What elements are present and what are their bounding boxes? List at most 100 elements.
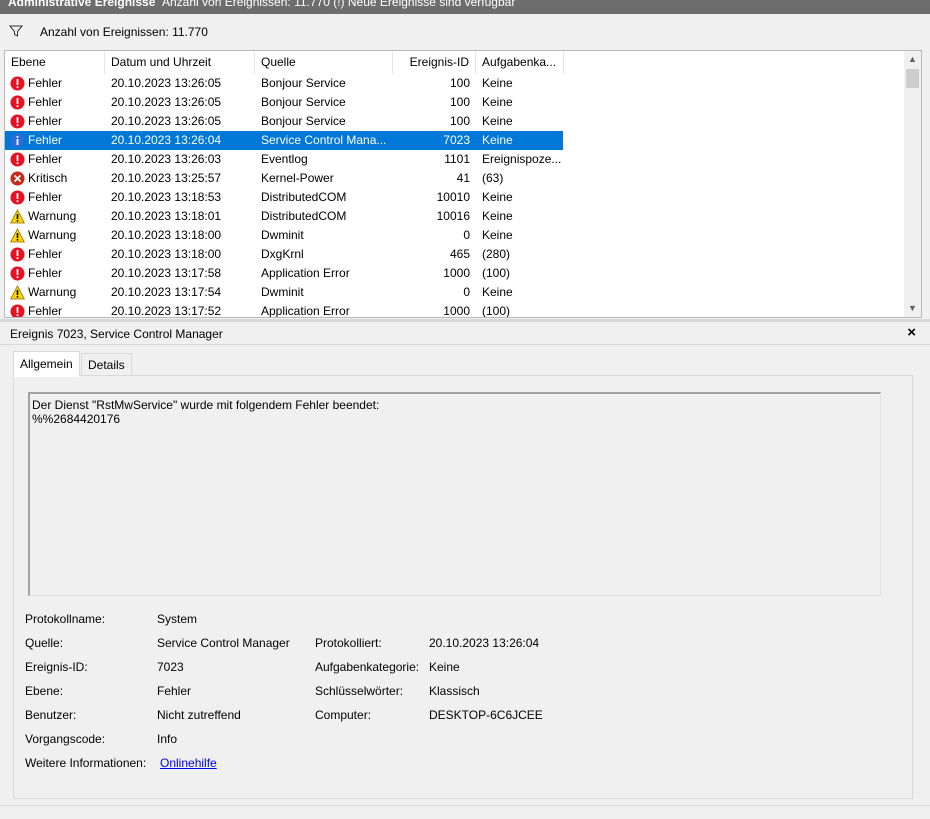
column-header-event-id[interactable]: Ereignis-ID	[393, 51, 476, 74]
cell-date: 20.10.2023 13:26:05	[111, 95, 222, 109]
filter-bar: Anzahl von Ereignissen: 11.770	[0, 18, 930, 46]
column-header-source[interactable]: Quelle	[255, 51, 393, 74]
table-row[interactable]: Fehler 20.10.2023 13:26:05 Bonjour Service…	[5, 93, 905, 112]
cell-task-category: Keine	[482, 95, 513, 109]
cell-source: Bonjour Service	[261, 76, 346, 90]
error-icon	[10, 114, 25, 129]
column-header-level[interactable]: Ebene	[5, 51, 105, 74]
cell-event-id: 1000	[443, 304, 470, 318]
table-row[interactable]: Warnung 20.10.2023 13:18:00 Dwminit 0 Keine	[5, 226, 905, 245]
table-row[interactable]: Fehler 20.10.2023 13:26:03 Eventlog 1101 Ere…	[5, 150, 905, 169]
cell-source: Bonjour Service	[261, 114, 346, 128]
cell-date: 20.10.2023 13:18:00	[111, 228, 222, 242]
table-row[interactable]: Warnung 20.10.2023 13:18:01 DistributedCOM…	[5, 207, 905, 226]
label-benutzer: Benutzer:	[25, 708, 77, 722]
event-list[interactable]: Ebene Datum und Uhrzeit Quelle Ereignis-…	[4, 50, 922, 318]
tab-details[interactable]: Details	[81, 353, 132, 376]
list-header: Ebene Datum und Uhrzeit Quelle Ereignis-…	[5, 51, 905, 74]
value-benutzer: Nicht zutreffend	[157, 708, 241, 722]
cell-event-id: 465	[449, 247, 470, 261]
cell-level: Fehler	[28, 266, 63, 280]
table-row[interactable]: Fehler 20.10.2023 13:26:05 Bonjour Service…	[5, 112, 905, 131]
cell-source: Bonjour Service	[261, 95, 346, 109]
cell-date: 20.10.2023 13:26:05	[111, 114, 222, 128]
cell-source: Kernel-Power	[261, 171, 334, 185]
cell-event-id: 100	[449, 95, 470, 109]
cell-level: Fehler	[28, 152, 63, 166]
error-icon	[10, 266, 25, 281]
warning-icon	[10, 285, 25, 300]
table-row[interactable]: Fehler 20.10.2023 13:18:00 DxgKrnl 465 (280)	[5, 245, 905, 264]
cell-event-id: 7023	[443, 133, 470, 147]
cell-level: Fehler	[28, 114, 63, 128]
cell-event-id: 41	[456, 171, 470, 185]
table-row[interactable]: Fehler 20.10.2023 13:17:58 Application Err…	[5, 264, 905, 283]
label-protokolliert: Protokolliert:	[315, 636, 382, 650]
scroll-up-icon[interactable]: ▲	[904, 51, 921, 68]
cell-task-category: Keine	[482, 133, 513, 147]
value-computer: DESKTOP-6C6JCEE	[429, 708, 543, 722]
column-header-date[interactable]: Datum und Uhrzeit	[105, 51, 255, 74]
cell-source: Application Error	[261, 266, 350, 280]
table-row[interactable]: Fehler 20.10.2023 13:17:52 Application Err…	[5, 302, 905, 318]
value-ereignis-id: 7023	[157, 660, 184, 674]
view-title: Administrative Ereignisse	[8, 0, 156, 9]
table-row[interactable]: Warnung 20.10.2023 13:17:54 Dwminit 0 Keine	[5, 283, 905, 302]
detail-title: Ereignis 7023, Service Control Manager	[10, 327, 223, 341]
cell-level: Fehler	[28, 304, 63, 318]
cell-task-category: Keine	[482, 228, 513, 242]
value-quelle: Service Control Manager	[157, 636, 290, 650]
label-schluesselwoerter: Schlüsselwörter:	[315, 684, 404, 698]
cell-event-id: 100	[449, 114, 470, 128]
table-row[interactable]: Kritisch 20.10.2023 13:25:57 Kernel-Power 4…	[5, 169, 905, 188]
cell-date: 20.10.2023 13:26:03	[111, 152, 222, 166]
cell-source: Service Control Mana...	[261, 133, 387, 147]
cell-level: Fehler	[28, 76, 63, 90]
cell-date: 20.10.2023 13:26:05	[111, 76, 222, 90]
cell-level: Fehler	[28, 247, 63, 261]
tab-allgemein[interactable]: Allgemein	[13, 351, 80, 377]
cell-date: 20.10.2023 13:18:53	[111, 190, 222, 204]
cell-task-category: Keine	[482, 209, 513, 223]
cell-level: Fehler	[28, 133, 63, 147]
event-description-line1: Der Dienst "RstMwService" wurde mit folg…	[32, 398, 380, 412]
cell-source: DistributedCOM	[261, 209, 347, 223]
bottom-strip	[0, 805, 930, 819]
event-description-line2: %%2684420176	[32, 412, 121, 426]
online-help-link[interactable]: Onlinehilfe	[160, 756, 217, 770]
list-scrollbar[interactable]: ▲ ▼	[904, 51, 921, 317]
column-header-task-category[interactable]: Aufgabenka...	[476, 51, 564, 74]
cell-level: Warnung	[28, 285, 77, 299]
cell-source: Application Error	[261, 304, 350, 318]
table-row[interactable]: Fehler 20.10.2023 13:18:53 DistributedCOM 1…	[5, 188, 905, 207]
cell-level: Warnung	[28, 228, 77, 242]
cell-task-category: (280)	[482, 247, 511, 261]
cell-level: Fehler	[28, 95, 63, 109]
cell-task-category: (100)	[482, 304, 511, 318]
cell-source: DxgKrnl	[261, 247, 304, 261]
cell-event-id: 0	[463, 285, 470, 299]
window-titlebar: Administrative Ereignisse Anzahl von Ere…	[0, 0, 930, 14]
label-aufgabenkategorie: Aufgabenkategorie:	[315, 660, 420, 674]
error-icon	[10, 247, 25, 262]
table-row[interactable]: Fehler 20.10.2023 13:26:04 Service Control…	[5, 131, 905, 150]
table-row[interactable]: Fehler 20.10.2023 13:26:05 Bonjour Service…	[5, 74, 905, 93]
cell-event-id: 1101	[444, 152, 470, 166]
scroll-thumb[interactable]	[906, 69, 919, 88]
value-aufgabenkategorie: Keine	[429, 660, 460, 674]
value-protokolliert: 20.10.2023 13:26:04	[429, 636, 540, 650]
scroll-down-icon[interactable]: ▼	[904, 300, 921, 317]
close-icon[interactable]: ×	[907, 324, 916, 341]
event-description-box[interactable]: Der Dienst "RstMwService" wurde mit folg…	[28, 392, 881, 596]
cell-task-category: Ereignispoze...	[482, 152, 562, 166]
cell-date: 20.10.2023 13:18:01	[111, 209, 222, 223]
error-icon	[10, 133, 25, 148]
cell-task-category: (63)	[482, 171, 504, 185]
value-vorgangscode: Info	[157, 732, 178, 746]
value-schluesselwoerter: Klassisch	[429, 684, 480, 698]
filter-icon[interactable]	[9, 24, 23, 38]
cell-date: 20.10.2023 13:17:54	[111, 285, 222, 299]
cell-event-id: 0	[463, 228, 470, 242]
error-icon	[10, 76, 25, 91]
cell-source: Dwminit	[261, 228, 304, 242]
